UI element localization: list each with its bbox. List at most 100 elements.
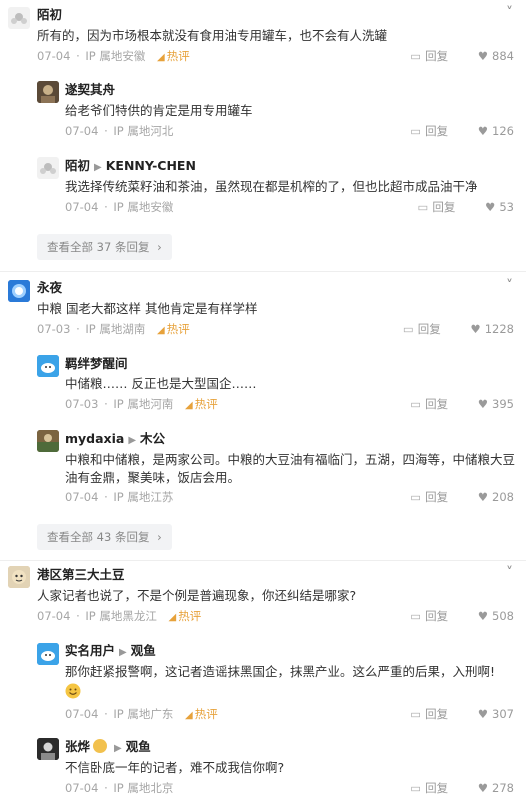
- reply-user-name[interactable]: 张烨 ▶ 观鱼: [65, 739, 151, 757]
- avatar[interactable]: [8, 7, 30, 29]
- reply-user-name[interactable]: mydaxia ▶ 木公: [65, 431, 165, 449]
- avatar[interactable]: [37, 738, 59, 760]
- reply-meta: 07-04 · IP 属地安徽: [65, 200, 174, 214]
- reply-text: 那你赶紧报警啊，这记者造谣抹黑国企，抹黑产业。这么严重的后果，入刑啊!: [65, 664, 496, 679]
- like-icon[interactable]: ♥: [478, 490, 488, 504]
- reply-arrow-icon: ▶: [128, 435, 137, 446]
- comment-user-name[interactable]: 港区第三大土豆: [37, 567, 125, 583]
- like-count: 53: [499, 200, 514, 214]
- default-avatar-icon: [11, 13, 27, 24]
- like-icon[interactable]: ♥: [478, 781, 488, 795]
- reply-icon[interactable]: ▭: [410, 609, 421, 623]
- like-icon[interactable]: ♥: [478, 124, 488, 138]
- comment-text: 中粮 国老大都这样 其他肯定是有样学样: [37, 301, 258, 316]
- view-all-replies-button[interactable]: 查看全部 43 条回复 ›: [37, 524, 172, 550]
- comment-location: IP 属地黑龙江: [85, 609, 157, 623]
- like-icon[interactable]: ♥: [485, 200, 495, 214]
- like-count: 1228: [484, 322, 514, 336]
- reply-to-user[interactable]: 观鱼: [131, 643, 156, 658]
- reply-user-name[interactable]: 遂契其舟: [65, 82, 115, 98]
- reply-icon[interactable]: ▭: [410, 49, 421, 63]
- reply-icon[interactable]: ▭: [403, 322, 414, 336]
- reply-user-name[interactable]: 陌初 ▶ KENNY-CHEN: [65, 158, 196, 176]
- chevron-right-icon: ›: [157, 240, 162, 254]
- reply-date: 07-03: [65, 397, 99, 411]
- avatar[interactable]: [8, 280, 30, 302]
- like-icon[interactable]: ♥: [470, 322, 480, 336]
- reply-author[interactable]: 陌初: [65, 158, 90, 173]
- reply-location: IP 属地北京: [113, 781, 174, 795]
- emoji-icon: [65, 683, 81, 703]
- reply-actions: ▭ 回复 ♥ 278: [410, 781, 514, 795]
- comment-meta: 07-03 · IP 属地湖南 ◢ 热评: [37, 322, 190, 336]
- reply-icon[interactable]: ▭: [410, 781, 421, 795]
- reply-to-user[interactable]: 木公: [140, 431, 165, 446]
- reply-button[interactable]: 回复: [425, 397, 448, 411]
- like-icon[interactable]: ♥: [478, 707, 488, 721]
- reply-button[interactable]: 回复: [425, 490, 448, 504]
- reply-author[interactable]: 张烨: [65, 739, 90, 754]
- reply-location: IP 属地河南: [113, 397, 174, 411]
- thread-divider: [0, 560, 526, 561]
- comment-user-name[interactable]: 陌初: [37, 7, 62, 23]
- reply-actions: ▭ 回复 ♥ 395: [410, 397, 514, 411]
- avatar[interactable]: [37, 643, 59, 665]
- default-avatar-icon: [37, 355, 59, 377]
- comment-actions: ▭ 回复 ♥ 884: [410, 49, 514, 63]
- reply-icon[interactable]: ▭: [418, 200, 429, 214]
- reply-author[interactable]: 实名用户: [65, 643, 115, 658]
- like-count: 208: [492, 490, 514, 504]
- like-icon[interactable]: ♥: [478, 397, 488, 411]
- reply-author[interactable]: mydaxia: [65, 431, 124, 446]
- default-avatar-icon: [37, 643, 59, 665]
- hot-icon: ◢: [157, 325, 165, 336]
- hot-badge: 热评: [166, 49, 190, 63]
- avatar[interactable]: [37, 355, 59, 377]
- reply-location: IP 属地河北: [113, 124, 174, 138]
- reply-date: 07-04: [65, 200, 99, 214]
- comment-date: 07-04: [37, 609, 71, 623]
- comment-text: 人家记者也说了，不是个例是普遍现象，你还纠结是哪家?: [37, 588, 357, 603]
- reply-user-name[interactable]: 实名用户 ▶ 观鱼: [65, 643, 156, 661]
- reply-button[interactable]: 回复: [425, 49, 448, 63]
- comment-user-name[interactable]: 永夜: [37, 280, 62, 296]
- thread-divider: [0, 271, 526, 272]
- reply-actions: ▭ 回复 ♥ 307: [410, 707, 514, 721]
- reply-actions: ▭ 回复 ♥ 208: [410, 490, 514, 504]
- reply-icon[interactable]: ▭: [410, 707, 421, 721]
- reply-button[interactable]: 回复: [418, 322, 441, 336]
- reply-text-line2: 油有金鼎，聚美味，饭店会用。: [65, 470, 241, 485]
- more-options-icon[interactable]: ˅: [506, 279, 514, 293]
- reply-arrow-icon: ▶: [119, 647, 127, 658]
- like-count: 278: [492, 781, 514, 795]
- hot-badge: 热评: [166, 322, 190, 336]
- more-options-icon[interactable]: ˅: [506, 6, 514, 20]
- more-options-icon[interactable]: ˅: [506, 566, 514, 580]
- reply-location: IP 属地江苏: [113, 490, 174, 504]
- reply-button[interactable]: 回复: [425, 707, 448, 721]
- reply-icon[interactable]: ▭: [410, 397, 421, 411]
- reply-text: 中粮和中储粮，是两家公司。中粮的大豆油有福临门，五湖，四海等，中储粮大豆: [65, 452, 516, 467]
- reply-to-user[interactable]: 观鱼: [126, 739, 151, 754]
- reply-button[interactable]: 回复: [425, 609, 448, 623]
- view-all-replies-button[interactable]: 查看全部 37 条回复 ›: [37, 234, 172, 260]
- like-icon[interactable]: ♥: [478, 49, 488, 63]
- reply-button[interactable]: 回复: [432, 200, 455, 214]
- avatar[interactable]: [37, 81, 59, 103]
- reply-button[interactable]: 回复: [425, 124, 448, 138]
- like-count: 884: [492, 49, 514, 63]
- comment-location: IP 属地湖南: [85, 322, 146, 336]
- comment-date: 07-04: [37, 49, 71, 63]
- reply-icon[interactable]: ▭: [410, 490, 421, 504]
- hot-badge: 热评: [194, 707, 218, 721]
- avatar[interactable]: [8, 566, 30, 588]
- reply-icon[interactable]: ▭: [410, 124, 421, 138]
- avatar[interactable]: [37, 157, 59, 179]
- reply-to-user[interactable]: KENNY-CHEN: [106, 158, 196, 173]
- reply-user-name[interactable]: 羁绊梦醒间: [65, 356, 128, 372]
- avatar[interactable]: [37, 430, 59, 452]
- comment-date: 07-03: [37, 322, 71, 336]
- default-avatar-icon: [40, 163, 56, 174]
- reply-button[interactable]: 回复: [425, 781, 448, 795]
- like-icon[interactable]: ♥: [478, 609, 488, 623]
